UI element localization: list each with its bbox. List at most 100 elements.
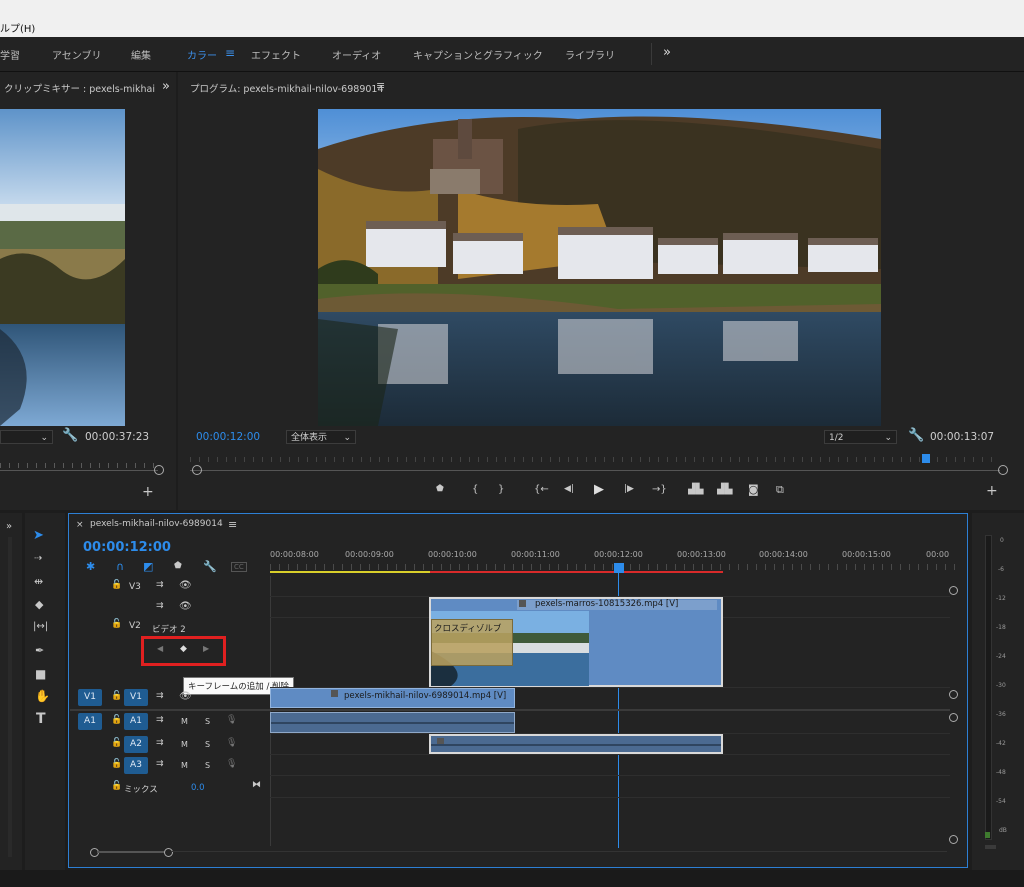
video-scroll-handle[interactable] xyxy=(949,586,958,595)
timeline-menu-icon[interactable]: ≡ xyxy=(228,518,237,531)
step-back-icon[interactable]: ◀| xyxy=(564,484,574,494)
compare-view-icon[interactable]: ⧉ xyxy=(776,483,784,497)
timeline-settings-icon[interactable]: 🔧 xyxy=(203,560,217,573)
linked-selection-icon[interactable]: ◩ xyxy=(143,560,153,573)
solo-button[interactable]: S xyxy=(205,740,210,749)
prev-keyframe-icon[interactable]: ◀ xyxy=(157,644,163,653)
audio-scroll-handle[interactable] xyxy=(949,835,958,844)
tab-learn[interactable]: 学習 xyxy=(0,47,20,62)
source-panel-title[interactable]: クリップミキサー : pexels-mikhai xyxy=(4,81,155,95)
track-target-a3[interactable]: A3 xyxy=(124,757,148,774)
hand-icon[interactable]: ✋ xyxy=(35,689,50,703)
wrench-icon[interactable]: 🔧 xyxy=(908,428,924,443)
program-playhead[interactable] xyxy=(922,454,930,463)
wrench-icon[interactable]: 🔧 xyxy=(62,428,78,443)
lift-icon[interactable]: ▟▙ xyxy=(688,484,703,495)
lock-icon[interactable]: 🔓 xyxy=(111,619,122,629)
track-target-a2[interactable]: A2 xyxy=(124,736,148,753)
solo-button[interactable]: S xyxy=(205,717,210,726)
sync-lock-icon[interactable]: ⇉ xyxy=(156,715,164,725)
track-label-v3[interactable]: V3 xyxy=(129,582,141,592)
audio-scroll-handle[interactable] xyxy=(949,713,958,722)
slip-icon[interactable]: |↔| xyxy=(33,621,48,632)
step-forward-icon[interactable]: |▶ xyxy=(624,484,634,494)
add-marker-icon[interactable]: ⬟ xyxy=(174,561,182,571)
program-resolution-dropdown[interactable]: 1/2 ⌄ xyxy=(824,430,897,444)
mark-out-icon[interactable]: } xyxy=(498,484,504,495)
program-menu-icon[interactable]: ≡ xyxy=(376,79,385,92)
clip-v1[interactable]: pexels-mikhail-nilov-6989014.mp4 [V] xyxy=(270,688,515,708)
rectangle-icon[interactable]: ■ xyxy=(35,667,46,681)
source-overflow-icon[interactable]: » xyxy=(162,79,170,94)
timeline-zoom-bar[interactable] xyxy=(97,851,164,853)
timeline-zoom-handle-right[interactable] xyxy=(164,848,173,857)
program-fit-dropdown[interactable]: 全体表示 ⌄ xyxy=(286,430,356,444)
tab-color[interactable]: カラー xyxy=(187,47,217,62)
mix-value[interactable]: 0.0 xyxy=(191,783,205,793)
clip-a2[interactable] xyxy=(429,734,723,754)
lock-icon[interactable]: 🔓 xyxy=(111,715,122,725)
source-zoom-dropdown[interactable]: ⌄ xyxy=(0,430,53,444)
go-to-in-icon[interactable]: {← xyxy=(534,484,549,495)
mix-end-icon[interactable]: ⧓ xyxy=(252,780,261,790)
mute-button[interactable]: M xyxy=(181,740,188,749)
lock-icon[interactable]: 🔓 xyxy=(111,580,122,590)
solo-button[interactable]: S xyxy=(205,761,210,770)
microphone-icon[interactable]: 🎙 xyxy=(226,759,237,769)
tab-audio[interactable]: オーディオ xyxy=(332,47,381,62)
meter-solo-left[interactable] xyxy=(985,845,996,849)
timeline-timecode[interactable]: 00:00:12:00 xyxy=(83,540,171,555)
tab-assembly[interactable]: アセンブリ xyxy=(52,47,102,62)
playhead-handle[interactable] xyxy=(614,563,624,573)
tab-edit[interactable]: 編集 xyxy=(131,47,151,62)
eye-icon[interactable]: 👁 xyxy=(179,580,192,591)
source-patch-a1[interactable]: A1 xyxy=(78,713,102,730)
track-target-v1[interactable]: V1 xyxy=(124,689,148,706)
eye-icon[interactable]: 👁 xyxy=(179,601,192,612)
video-scroll-handle[interactable] xyxy=(949,690,958,699)
sync-lock-icon[interactable]: ⇉ xyxy=(156,601,164,611)
camera-icon[interactable]: ◙ xyxy=(748,483,759,496)
microphone-icon[interactable]: 🎙 xyxy=(226,738,237,748)
source-zoom-handle[interactable] xyxy=(154,465,164,475)
track-label-v2[interactable]: V2 xyxy=(129,621,141,631)
microphone-icon[interactable]: 🎙 xyxy=(226,715,237,725)
razor-icon[interactable]: ◆ xyxy=(35,598,43,611)
tab-libraries[interactable]: ライブラリ xyxy=(565,47,615,62)
captions-icon[interactable]: CC xyxy=(231,562,247,572)
play-icon[interactable]: ▶ xyxy=(594,482,604,497)
track-select-icon[interactable]: ⇢ xyxy=(34,553,42,564)
tab-effects[interactable]: エフェクト xyxy=(251,47,301,62)
program-panel-title[interactable]: プログラム: pexels-mikhail-nilov-6989014 xyxy=(190,81,384,95)
eye-icon[interactable]: 👁 xyxy=(179,691,192,702)
workspaces-overflow-icon[interactable]: » xyxy=(663,45,671,60)
lock-icon[interactable]: 🔓 xyxy=(111,781,122,791)
menu-help[interactable]: ルプ(H) xyxy=(0,20,35,35)
scrollbar[interactable] xyxy=(8,537,12,857)
ripple-edit-icon[interactable]: ⇹ xyxy=(34,575,43,588)
mark-in-icon[interactable]: { xyxy=(472,484,478,495)
sync-lock-icon[interactable]: ⇉ xyxy=(156,580,164,590)
mute-button[interactable]: M xyxy=(181,717,188,726)
program-current-timecode[interactable]: 00:00:12:00 xyxy=(196,431,260,443)
go-to-out-icon[interactable]: →} xyxy=(652,484,667,495)
workspace-menu-icon[interactable]: ≡ xyxy=(225,46,235,60)
extract-icon[interactable]: ▟▙ xyxy=(717,484,732,495)
nest-toggle-icon[interactable]: ✱ xyxy=(86,560,95,573)
program-add-button-icon[interactable]: + xyxy=(986,483,998,499)
program-zoom-handle-right[interactable] xyxy=(998,465,1008,475)
program-zoom-handle-left[interactable] xyxy=(192,465,202,475)
tab-captions[interactable]: キャプションとグラフィック xyxy=(413,47,543,62)
clip-v2[interactable]: pexels-marros-10815326.mp4 [V] クロスディゾルブ xyxy=(429,597,723,687)
snap-icon[interactable]: ∩ xyxy=(116,560,124,573)
arrow-select-icon[interactable]: ➤ xyxy=(33,528,44,543)
sync-lock-icon[interactable]: ⇉ xyxy=(156,738,164,748)
source-add-button-icon[interactable]: + xyxy=(142,484,154,500)
lock-icon[interactable]: 🔓 xyxy=(111,691,122,701)
next-keyframe-icon[interactable]: ▶ xyxy=(203,644,209,653)
panel-overflow-icon[interactable]: » xyxy=(6,521,12,532)
sync-lock-icon[interactable]: ⇉ xyxy=(156,691,164,701)
add-keyframe-icon[interactable]: ◆ xyxy=(180,644,187,654)
transition-block[interactable]: クロスディゾルブ xyxy=(431,619,513,666)
lock-icon[interactable]: 🔓 xyxy=(111,738,122,748)
